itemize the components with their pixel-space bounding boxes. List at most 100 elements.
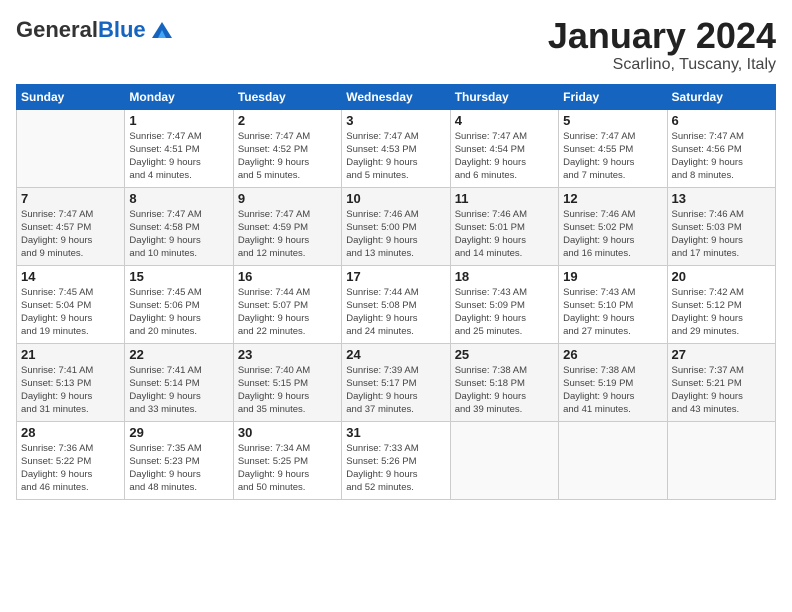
title-block: January 2024 Scarlino, Tuscany, Italy [548,16,776,74]
calendar-cell: 15 Sunrise: 7:45 AMSunset: 5:06 PMDayligh… [125,265,233,343]
day-info: Sunrise: 7:39 AMSunset: 5:17 PMDaylight:… [346,364,445,417]
day-info: Sunrise: 7:33 AMSunset: 5:26 PMDaylight:… [346,442,445,495]
day-info: Sunrise: 7:34 AMSunset: 5:25 PMDaylight:… [238,442,337,495]
day-info: Sunrise: 7:47 AMSunset: 4:56 PMDaylight:… [672,130,771,183]
day-number: 29 [129,425,228,440]
day-number: 15 [129,269,228,284]
calendar-cell: 28Sunrise: 7:36 AMSunset: 5:22 PMDayligh… [17,421,125,499]
calendar-week-row: 28Sunrise: 7:36 AMSunset: 5:22 PMDayligh… [17,421,776,499]
calendar-cell: 30 Sunrise: 7:34 AMSunset: 5:25 PMDayligh… [233,421,341,499]
calendar-title: January 2024 [548,16,776,56]
calendar-week-row: 21 Sunrise: 7:41 AMSunset: 5:13 PMDayligh… [17,343,776,421]
day-number: 11 [455,191,554,206]
day-info: Sunrise: 7:47 AMSunset: 4:58 PMDaylight:… [129,208,228,261]
calendar-cell: 12 Sunrise: 7:46 AMSunset: 5:02 PMDayligh… [559,187,667,265]
day-number: 9 [238,191,337,206]
calendar-cell: 17Sunrise: 7:44 AMSunset: 5:08 PMDayligh… [342,265,450,343]
weekday-header: Friday [559,84,667,109]
day-number: 28 [21,425,120,440]
calendar-cell [17,109,125,187]
day-number: 7 [21,191,120,206]
calendar-cell: 16 Sunrise: 7:44 AMSunset: 5:07 PMDayligh… [233,265,341,343]
day-info: Sunrise: 7:45 AMSunset: 5:06 PMDaylight:… [129,286,228,339]
day-number: 31 [346,425,445,440]
day-info: Sunrise: 7:46 AMSunset: 5:02 PMDaylight:… [563,208,662,261]
day-number: 24 [346,347,445,362]
calendar-cell: 4 Sunrise: 7:47 AMSunset: 4:54 PMDaylight… [450,109,558,187]
day-info: Sunrise: 7:38 AMSunset: 5:19 PMDaylight:… [563,364,662,417]
day-number: 14 [21,269,120,284]
day-info: Sunrise: 7:47 AMSunset: 4:52 PMDaylight:… [238,130,337,183]
calendar-cell: 31 Sunrise: 7:33 AMSunset: 5:26 PMDayligh… [342,421,450,499]
calendar-cell: 6 Sunrise: 7:47 AMSunset: 4:56 PMDaylight… [667,109,775,187]
day-info: Sunrise: 7:46 AMSunset: 5:01 PMDaylight:… [455,208,554,261]
day-number: 18 [455,269,554,284]
calendar-cell: 21 Sunrise: 7:41 AMSunset: 5:13 PMDayligh… [17,343,125,421]
day-number: 10 [346,191,445,206]
logo-icon [148,16,176,44]
day-info: Sunrise: 7:47 AMSunset: 4:51 PMDaylight:… [129,130,228,183]
day-info: Sunrise: 7:46 AMSunset: 5:03 PMDaylight:… [672,208,771,261]
calendar-cell: 5 Sunrise: 7:47 AMSunset: 4:55 PMDaylight… [559,109,667,187]
day-info: Sunrise: 7:41 AMSunset: 5:14 PMDaylight:… [129,364,228,417]
calendar-cell: 9 Sunrise: 7:47 AMSunset: 4:59 PMDaylight… [233,187,341,265]
day-number: 5 [563,113,662,128]
calendar-week-row: 7 Sunrise: 7:47 AMSunset: 4:57 PMDaylight… [17,187,776,265]
day-info: Sunrise: 7:44 AMSunset: 5:08 PMDaylight:… [346,286,445,339]
day-number: 23 [238,347,337,362]
day-info: Sunrise: 7:46 AMSunset: 5:00 PMDaylight:… [346,208,445,261]
day-number: 12 [563,191,662,206]
calendar-cell: 19 Sunrise: 7:43 AMSunset: 5:10 PMDayligh… [559,265,667,343]
day-info: Sunrise: 7:45 AMSunset: 5:04 PMDaylight:… [21,286,120,339]
day-info: Sunrise: 7:44 AMSunset: 5:07 PMDaylight:… [238,286,337,339]
day-info: Sunrise: 7:37 AMSunset: 5:21 PMDaylight:… [672,364,771,417]
calendar-week-row: 1 Sunrise: 7:47 AMSunset: 4:51 PMDaylight… [17,109,776,187]
day-number: 26 [563,347,662,362]
day-info: Sunrise: 7:38 AMSunset: 5:18 PMDaylight:… [455,364,554,417]
calendar-cell [450,421,558,499]
header: GeneralBlue January 2024 Scarlino, Tusca… [16,16,776,74]
day-number: 25 [455,347,554,362]
calendar-cell: 11 Sunrise: 7:46 AMSunset: 5:01 PMDayligh… [450,187,558,265]
calendar-cell: 2Sunrise: 7:47 AMSunset: 4:52 PMDaylight… [233,109,341,187]
weekday-header: Thursday [450,84,558,109]
logo-general-text: General [16,17,98,42]
day-number: 3 [346,113,445,128]
calendar-cell: 18 Sunrise: 7:43 AMSunset: 5:09 PMDayligh… [450,265,558,343]
day-info: Sunrise: 7:41 AMSunset: 5:13 PMDaylight:… [21,364,120,417]
day-number: 30 [238,425,337,440]
day-info: Sunrise: 7:43 AMSunset: 5:09 PMDaylight:… [455,286,554,339]
day-info: Sunrise: 7:47 AMSunset: 4:55 PMDaylight:… [563,130,662,183]
calendar-cell: 10 Sunrise: 7:46 AMSunset: 5:00 PMDayligh… [342,187,450,265]
day-number: 16 [238,269,337,284]
day-number: 20 [672,269,771,284]
calendar-cell: 26 Sunrise: 7:38 AMSunset: 5:19 PMDayligh… [559,343,667,421]
calendar-cell: 27Sunrise: 7:37 AMSunset: 5:21 PMDayligh… [667,343,775,421]
calendar-week-row: 14 Sunrise: 7:45 AMSunset: 5:04 PMDayligh… [17,265,776,343]
day-number: 19 [563,269,662,284]
calendar-header-row: SundayMondayTuesdayWednesdayThursdayFrid… [17,84,776,109]
day-number: 21 [21,347,120,362]
day-info: Sunrise: 7:47 AMSunset: 4:59 PMDaylight:… [238,208,337,261]
weekday-header: Sunday [17,84,125,109]
day-info: Sunrise: 7:43 AMSunset: 5:10 PMDaylight:… [563,286,662,339]
calendar-cell: 7 Sunrise: 7:47 AMSunset: 4:57 PMDaylight… [17,187,125,265]
calendar-cell: 1 Sunrise: 7:47 AMSunset: 4:51 PMDaylight… [125,109,233,187]
day-number: 4 [455,113,554,128]
day-info: Sunrise: 7:47 AMSunset: 4:54 PMDaylight:… [455,130,554,183]
calendar-cell: 23 Sunrise: 7:40 AMSunset: 5:15 PMDayligh… [233,343,341,421]
day-info: Sunrise: 7:35 AMSunset: 5:23 PMDaylight:… [129,442,228,495]
calendar-cell: 20 Sunrise: 7:42 AMSunset: 5:12 PMDayligh… [667,265,775,343]
calendar-cell [667,421,775,499]
calendar-cell: 13Sunrise: 7:46 AMSunset: 5:03 PMDayligh… [667,187,775,265]
day-info: Sunrise: 7:42 AMSunset: 5:12 PMDaylight:… [672,286,771,339]
day-info: Sunrise: 7:47 AMSunset: 4:57 PMDaylight:… [21,208,120,261]
weekday-header: Saturday [667,84,775,109]
calendar-cell: 8Sunrise: 7:47 AMSunset: 4:58 PMDaylight… [125,187,233,265]
logo: GeneralBlue [16,16,176,44]
calendar-cell: 22Sunrise: 7:41 AMSunset: 5:14 PMDayligh… [125,343,233,421]
day-info: Sunrise: 7:40 AMSunset: 5:15 PMDaylight:… [238,364,337,417]
day-number: 6 [672,113,771,128]
calendar-table: SundayMondayTuesdayWednesdayThursdayFrid… [16,84,776,500]
day-number: 1 [129,113,228,128]
